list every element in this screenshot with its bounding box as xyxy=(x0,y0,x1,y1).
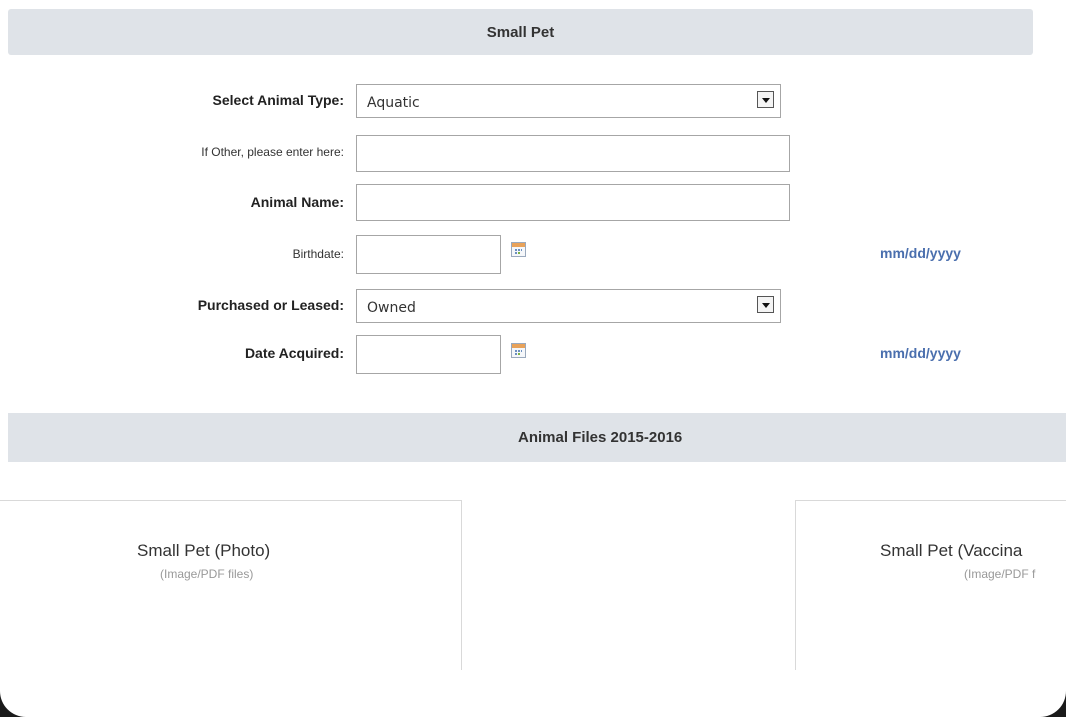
section-title: Animal Files 2015-2016 xyxy=(518,429,683,446)
section-header-small-pet: Small Pet xyxy=(8,9,1033,55)
animal-name-input[interactable] xyxy=(356,184,790,221)
upload-subtitle: (Image/PDF f xyxy=(964,567,1036,581)
page: Small Pet Select Animal Type: Aquatic If… xyxy=(0,0,1066,717)
birthdate-label: Birthdate: xyxy=(292,247,344,261)
other-label: If Other, please enter here: xyxy=(201,145,344,159)
upload-title: Small Pet (Photo) xyxy=(137,541,271,560)
birthdate-input[interactable] xyxy=(356,235,501,274)
chevron-down-icon[interactable] xyxy=(757,91,774,108)
upload-subtitle: (Image/PDF files) xyxy=(160,567,254,581)
calendar-icon[interactable] xyxy=(511,343,526,358)
purchased-value: Owned xyxy=(367,300,416,316)
date-acquired-input[interactable] xyxy=(356,335,501,374)
animal-name-label: Animal Name: xyxy=(250,194,344,210)
section-title: Small Pet xyxy=(486,23,555,41)
calendar-icon[interactable] xyxy=(511,242,526,257)
upload-box-photo[interactable]: Small Pet (Photo) (Image/PDF files) xyxy=(0,500,462,670)
section-header-animal-files: Animal Files 2015-2016 xyxy=(8,413,1066,462)
upload-title: Small Pet (Vaccina xyxy=(880,541,1023,560)
upload-box-vaccination[interactable]: Small Pet (Vaccina (Image/PDF f xyxy=(795,500,1066,670)
other-input[interactable] xyxy=(356,135,790,172)
animal-type-label: Select Animal Type: xyxy=(212,92,344,108)
date-acquired-format-hint: mm/dd/yyyy xyxy=(880,345,961,361)
animal-type-value: Aquatic xyxy=(367,95,420,111)
date-acquired-label: Date Acquired: xyxy=(244,345,344,361)
purchased-select[interactable]: Owned xyxy=(356,289,781,323)
purchased-label: Purchased or Leased: xyxy=(197,297,344,313)
animal-type-select[interactable]: Aquatic xyxy=(356,84,781,118)
birthdate-format-hint: mm/dd/yyyy xyxy=(880,245,961,261)
chevron-down-icon[interactable] xyxy=(757,296,774,313)
